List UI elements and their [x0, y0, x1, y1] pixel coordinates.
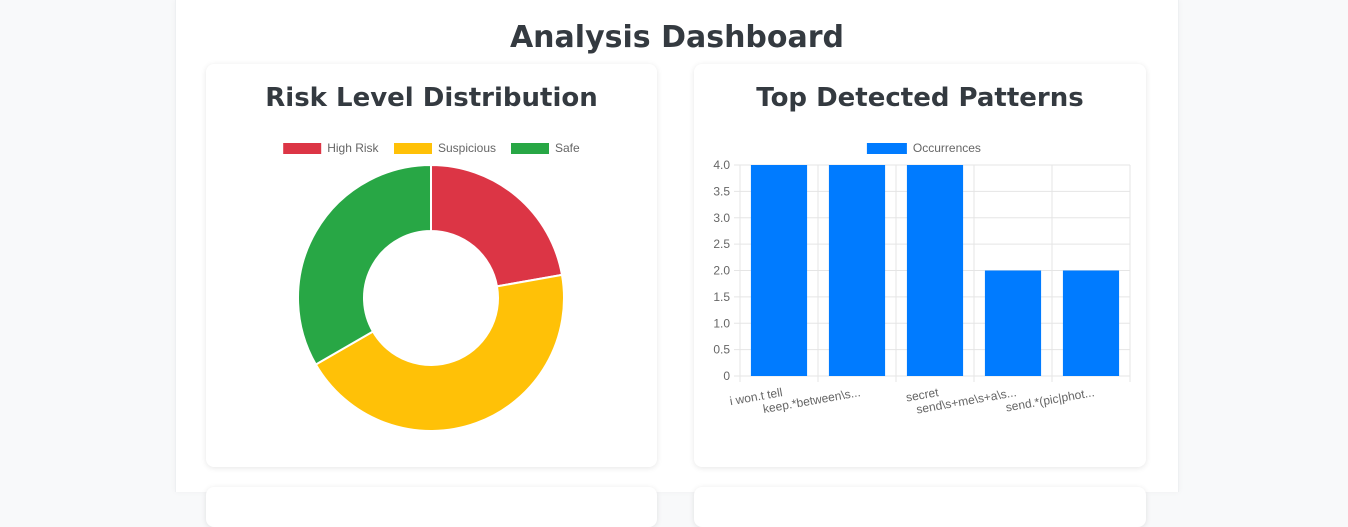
patterns-bar-chart: Occurrences4.03.53.02.52.01.51.00.50i wo…	[713, 141, 1131, 417]
bar-1	[828, 165, 886, 376]
y-tick-label-8: 0	[723, 369, 730, 383]
y-tick-label-1: 3.5	[713, 184, 730, 198]
bottom-right-card	[694, 487, 1146, 527]
x-tick-label-4: send.*(pic|phot...	[1005, 385, 1096, 414]
y-tick-label-6: 1.0	[713, 316, 730, 330]
bar-4	[1062, 270, 1120, 376]
y-tick-label-7: 0.5	[713, 343, 730, 357]
y-tick-label-5: 1.5	[713, 290, 730, 304]
y-tick-label-0: 4.0	[713, 158, 730, 172]
bottom-left-card	[206, 487, 657, 527]
bar-2	[906, 165, 964, 376]
legend-label-occurrences: Occurrences	[913, 141, 981, 155]
legend-swatch-occurrences	[866, 143, 907, 154]
y-tick-label-3: 2.5	[713, 237, 730, 251]
y-tick-label-2: 3.0	[713, 211, 730, 225]
y-tick-label-4: 2.0	[713, 264, 730, 278]
bar-0	[750, 165, 808, 376]
bar-3	[984, 270, 1042, 376]
